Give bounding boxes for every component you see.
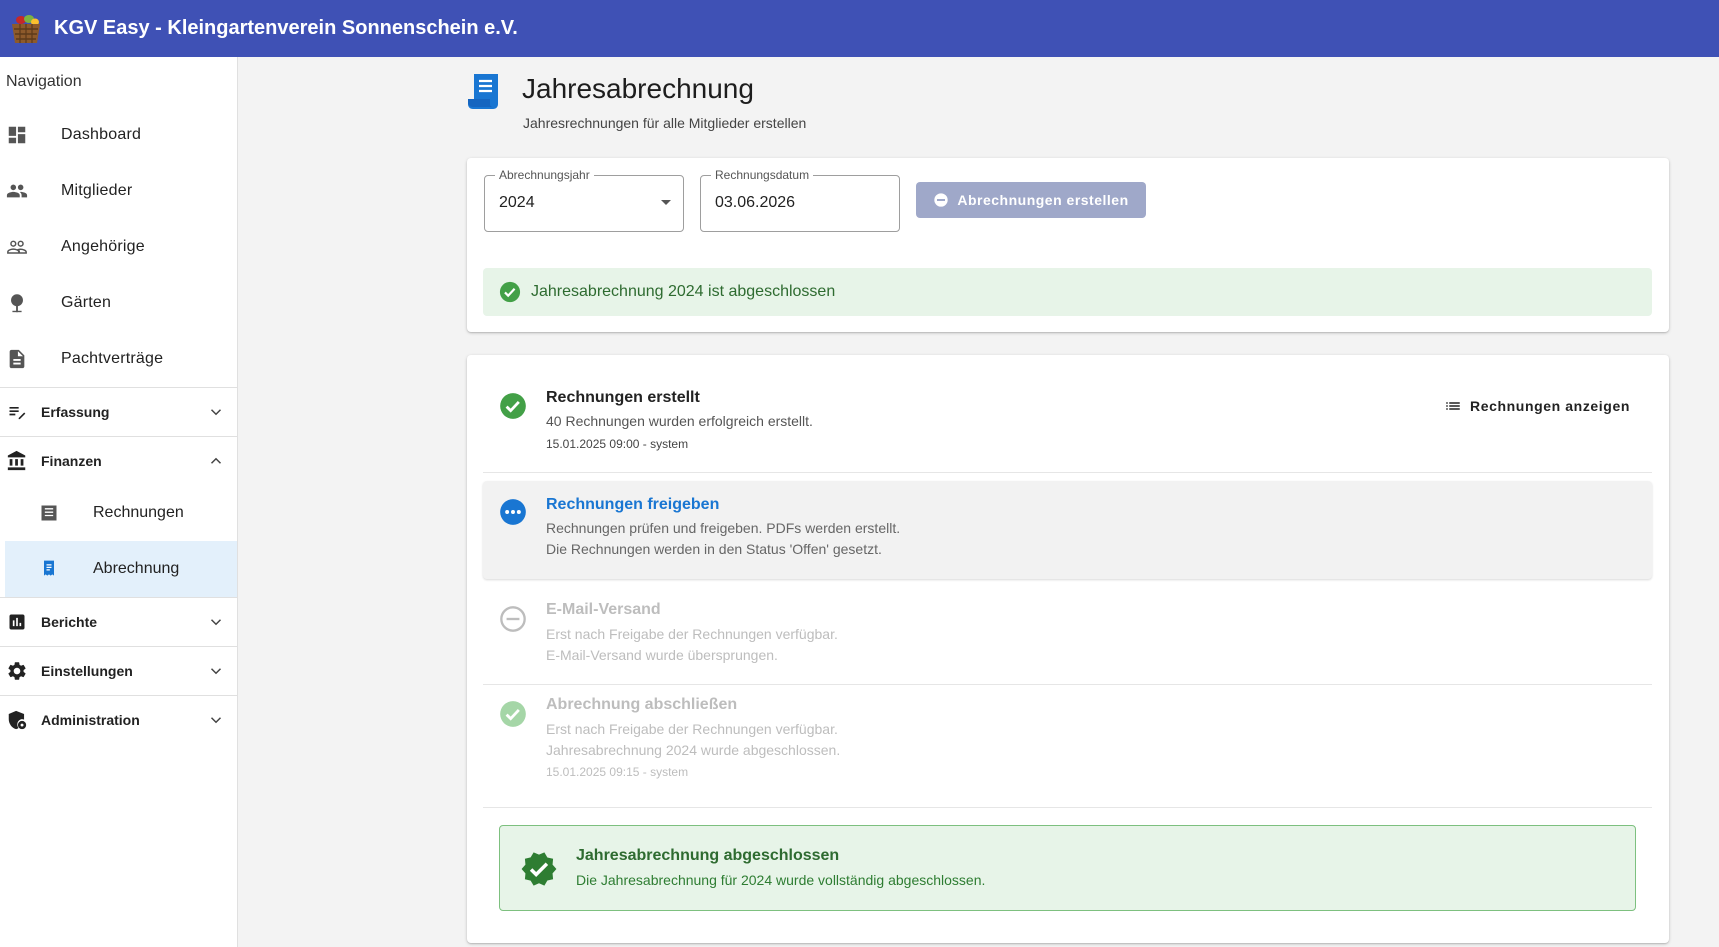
sidebar: Navigation Dashboard Mitglieder Angehöri… (0, 57, 238, 947)
create-invoices-label: Abrechnungen erstellen (957, 192, 1129, 208)
dropdown-arrow-icon (661, 200, 671, 205)
admin-shield-icon (5, 708, 29, 732)
step-invoices-created: Rechnungen erstellt 40 Rechnungen wurden… (483, 377, 1652, 477)
edit-list-icon (5, 400, 29, 424)
sidebar-item-label: Pachtverträge (61, 350, 164, 367)
step-email-send: E-Mail-Versand Erst nach Freigabe der Re… (483, 587, 1652, 687)
step-description: Rechnungen prüfen und freigeben. PDFs we… (546, 520, 901, 536)
block-icon (934, 193, 949, 207)
sidebar-item-rechnungen[interactable]: Rechnungen (0, 485, 237, 541)
year-select[interactable]: Abrechnungsjahr 2024 (484, 168, 684, 232)
sidebar-group-label: Administration (41, 712, 140, 728)
block-icon (500, 606, 526, 632)
step-description: Erst nach Freigabe der Rechnungen verfüg… (546, 626, 838, 642)
status-alert-text: Jahresabrechnung 2024 ist abgeschlossen (531, 283, 836, 300)
step-timestamp: 15.01.2025 09:15 - system (546, 765, 689, 779)
sidebar-group-label: Erfassung (41, 404, 110, 420)
document-icon (5, 347, 29, 371)
step-title: Rechnungen freigeben (546, 496, 720, 513)
sidebar-group-administration[interactable]: Administration (0, 695, 237, 744)
sidebar-group-label: Einstellungen (41, 663, 133, 679)
page-title: Jahresabrechnung (522, 73, 754, 104)
receipt-icon (37, 557, 61, 581)
chevron-down-icon (210, 619, 222, 626)
step-description-2: Die Rechnungen werden in den Status 'Off… (546, 541, 882, 557)
step-description: Erst nach Freigabe der Rechnungen verfüg… (546, 721, 838, 737)
settings-card: Abrechnungsjahr 2024 Rechnungsdatum 03.0… (467, 158, 1669, 332)
sidebar-item-mitglieder[interactable]: Mitglieder (0, 163, 237, 219)
chevron-down-icon (210, 409, 222, 416)
sidebar-item-label: Mitglieder (61, 182, 133, 199)
completion-banner: Jahresabrechnung abgeschlossen Die Jahre… (499, 825, 1636, 911)
step-title: E-Mail-Versand (546, 601, 661, 618)
invoice-date-field[interactable]: Rechnungsdatum 03.06.2026 (700, 168, 900, 232)
sidebar-item-label: Angehörige (61, 238, 145, 255)
people-icon (5, 179, 29, 203)
basket-logo-icon (12, 14, 40, 43)
completion-text: Die Jahresabrechnung für 2024 wurde voll… (576, 872, 986, 888)
check-circle-icon (500, 393, 526, 419)
step-description: 40 Rechnungen wurden erfolgreich erstell… (546, 413, 813, 429)
list-alt-icon (37, 501, 61, 525)
create-invoices-button[interactable]: Abrechnungen erstellen (916, 182, 1146, 218)
chevron-down-icon (210, 717, 222, 724)
dashboard-icon (5, 123, 29, 147)
check-circle-icon (499, 281, 521, 303)
app-bar: KGV Easy - Kleingartenverein Sonnenschei… (0, 0, 1719, 57)
show-invoices-button[interactable]: Rechnungen anzeigen (1444, 397, 1630, 415)
sidebar-group-label: Berichte (41, 614, 98, 630)
people-outline-icon (5, 235, 29, 259)
invoice-date-label: Rechnungsdatum (711, 168, 814, 182)
sidebar-item-label: Gärten (61, 294, 112, 311)
step-release-invoices[interactable]: Rechnungen freigeben Rechnungen prüfen u… (483, 481, 1652, 579)
year-select-label: Abrechnungsjahr (495, 168, 594, 182)
sidebar-item-dashboard[interactable]: Dashboard (0, 107, 237, 163)
divider (483, 807, 1652, 808)
step-timestamp: 15.01.2025 09:00 - system (546, 437, 689, 451)
sidebar-item-pachtvertraege[interactable]: Pachtverträge (0, 331, 237, 387)
sidebar-item-gaerten[interactable]: Gärten (0, 275, 237, 331)
sidebar-group-berichte[interactable]: Berichte (0, 597, 237, 646)
bank-icon (5, 449, 29, 473)
verified-badge-icon (521, 852, 557, 886)
nav-header: Navigation (6, 73, 82, 90)
sidebar-item-abrechnung[interactable]: Abrechnung (5, 541, 237, 597)
gear-icon (5, 659, 29, 683)
check-circle-icon (500, 701, 526, 727)
page-subtitle: Jahresrechnungen für alle Mitglieder ers… (523, 115, 807, 131)
sidebar-item-angehoerige[interactable]: Angehörige (0, 219, 237, 275)
list-icon (1446, 402, 1460, 410)
receipt-icon (468, 74, 498, 109)
year-select-value: 2024 (499, 194, 535, 211)
show-invoices-label: Rechnungen anzeigen (1470, 398, 1630, 414)
step-description-2: E-Mail-Versand wurde übersprungen. (546, 647, 778, 663)
invoice-date-value: 03.06.2026 (715, 194, 796, 211)
sidebar-item-label: Dashboard (61, 126, 142, 143)
more-horiz-circle-icon (500, 499, 526, 525)
step-close-billing: Abrechnung abschließen Erst nach Freigab… (483, 685, 1652, 799)
sidebar-group-erfassung[interactable]: Erfassung (0, 387, 237, 436)
step-title: Abrechnung abschließen (546, 696, 738, 713)
divider (483, 472, 1652, 473)
chevron-up-icon (210, 457, 222, 464)
step-title: Rechnungen erstellt (546, 389, 700, 406)
sidebar-item-label: Abrechnung (93, 560, 180, 577)
completion-title: Jahresabrechnung abgeschlossen (576, 847, 840, 864)
sidebar-group-label: Finanzen (41, 453, 102, 469)
status-alert: Jahresabrechnung 2024 ist abgeschlossen (483, 268, 1652, 316)
app-title: KGV Easy - Kleingartenverein Sonnenschei… (54, 17, 518, 39)
step-description-2: Jahresabrechnung 2024 wurde abgeschlosse… (546, 742, 841, 758)
tree-icon (5, 291, 29, 315)
bar-chart-icon (5, 610, 29, 634)
sidebar-item-label: Rechnungen (93, 504, 184, 521)
steps-card: Rechnungen erstellt 40 Rechnungen wurden… (467, 355, 1669, 943)
chevron-down-icon (210, 668, 222, 675)
sidebar-group-einstellungen[interactable]: Einstellungen (0, 646, 237, 695)
sidebar-group-finanzen[interactable]: Finanzen (0, 436, 237, 485)
